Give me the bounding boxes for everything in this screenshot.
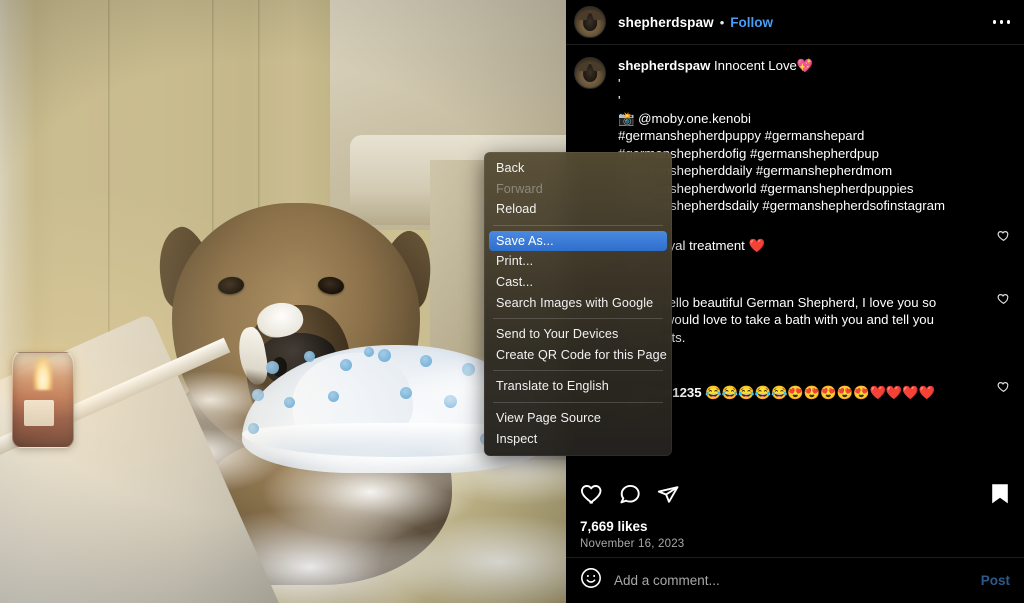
- context-menu-item-back[interactable]: Back: [484, 158, 672, 179]
- bookmark-icon[interactable]: [990, 483, 1010, 510]
- context-menu-item-cast[interactable]: Cast...: [484, 272, 672, 293]
- header-separator: •: [719, 14, 725, 30]
- menu-separator: [493, 224, 663, 226]
- caption-line: 📸 @moby.one.kenobi: [618, 110, 751, 126]
- caption-hashtag-line[interactable]: #germanshepherdpuppy #germanshepard: [618, 127, 986, 145]
- menu-separator: [493, 401, 663, 403]
- avatar[interactable]: [574, 57, 606, 89]
- context-menu-item-inspect[interactable]: Inspect: [484, 429, 672, 450]
- heart-outline-icon[interactable]: [997, 380, 1010, 393]
- post-actions: [566, 473, 1024, 519]
- menu-separator: [493, 318, 663, 320]
- screenshot-root: shepherdspaw • Follow shepherdspaw Innoc…: [0, 0, 1024, 603]
- caption-hashtag-line[interactable]: #germanshepherdworld #germanshepherdpupp…: [618, 180, 986, 198]
- context-menu-item-view-page-source[interactable]: View Page Source: [484, 408, 672, 429]
- menu-separator: [493, 370, 663, 372]
- context-menu-item-forward: Forward: [496, 181, 543, 196]
- context-menu-item-create-qr-code[interactable]: Create QR Code for this Page: [484, 345, 672, 366]
- share-paper-plane-icon[interactable]: [656, 482, 680, 511]
- context-menu-item-reload[interactable]: Reload: [484, 199, 672, 220]
- candle-label: [24, 400, 54, 426]
- context-menu-item-send-to-your-devices[interactable]: Send to Your Devices: [484, 324, 672, 345]
- caption-text: shepherdspaw Innocent Love💖 ' ' 📸 @moby.…: [618, 57, 986, 215]
- post-photo[interactable]: [0, 0, 566, 603]
- more-options-icon[interactable]: [991, 14, 1013, 30]
- caption-line: ': [618, 93, 621, 108]
- browser-context-menu[interactable]: Back Forward Reload Save As... Print... …: [484, 152, 672, 457]
- emoji-smiley-icon[interactable]: [580, 567, 602, 594]
- caption-line: ': [618, 75, 621, 91]
- caption-username[interactable]: shepherdspaw: [618, 58, 710, 73]
- heart-outline-icon[interactable]: [997, 229, 1010, 242]
- avatar[interactable]: [574, 6, 606, 38]
- likes-count[interactable]: 7,669 likes: [566, 519, 1024, 534]
- heart-icon[interactable]: [580, 482, 604, 511]
- post-date: November 16, 2023: [580, 538, 685, 550]
- caption-hashtag-line[interactable]: #germanshepherddaily #germanshepherdmom: [618, 162, 986, 180]
- context-menu-item-translate-to-english[interactable]: Translate to English: [484, 376, 672, 397]
- post-comment-button[interactable]: Post: [981, 573, 1010, 588]
- context-menu-item-print[interactable]: Print...: [484, 251, 672, 272]
- caption-line: Innocent Love💖: [714, 58, 814, 73]
- post-author-username[interactable]: shepherdspaw: [618, 15, 714, 30]
- follow-button[interactable]: Follow: [730, 15, 773, 30]
- caption-hashtag-line[interactable]: #germanshepherdsdaily #germanshepherdsof…: [618, 197, 986, 215]
- context-menu-item-save-as[interactable]: Save As...: [489, 230, 667, 252]
- heart-outline-icon[interactable]: [997, 292, 1010, 305]
- candle-flame: [33, 356, 53, 390]
- candle: [12, 352, 74, 448]
- post-header: shepherdspaw • Follow: [566, 0, 1024, 45]
- add-comment-bar: Post: [566, 557, 1024, 603]
- context-menu-item-search-images-with-google[interactable]: Search Images with Google: [484, 293, 672, 314]
- caption-hashtag-line[interactable]: #germanshepherdofig #germanshepherdpup: [618, 145, 986, 163]
- comment-bubble-icon[interactable]: [618, 482, 642, 511]
- add-comment-input[interactable]: [614, 573, 981, 588]
